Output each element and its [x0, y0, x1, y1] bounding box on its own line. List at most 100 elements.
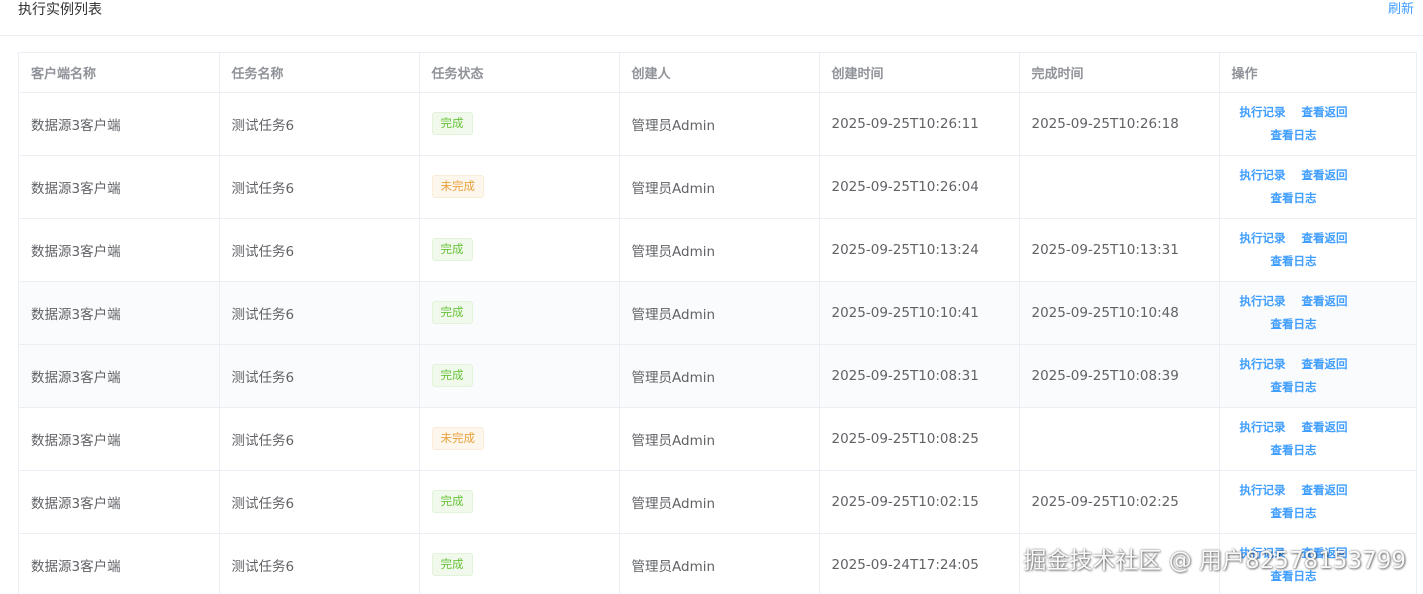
column-header-status: 任务状态	[419, 53, 620, 93]
status-badge: 完成	[431, 238, 473, 261]
view-return-link[interactable]: 查看返回	[1302, 479, 1348, 502]
cell-actions: 执行记录 查看返回 查看日志	[1219, 218, 1416, 282]
view-return-link[interactable]: 查看返回	[1302, 353, 1348, 376]
cell-task-name: 测试任务6	[219, 155, 420, 219]
execution-record-link[interactable]: 执行记录	[1240, 164, 1286, 187]
cell-actions: 执行记录 查看返回 查看日志	[1219, 281, 1416, 345]
table-row: 数据源3客户端 测试任务6 完成 管理员Admin 2025-09-25T10:26:1…	[19, 92, 1416, 156]
cell-finished-time: 2025-09-25T10:10:48	[1019, 281, 1220, 345]
cell-finished-time: 2025-09-25T10:26:18	[1019, 92, 1220, 156]
cell-status: 完成	[419, 344, 620, 408]
view-return-link[interactable]: 查看返回	[1302, 416, 1348, 439]
status-badge: 完成	[431, 364, 473, 387]
cell-created-time: 2025-09-25T10:02:15	[819, 470, 1020, 534]
cell-task-name: 测试任务6	[219, 470, 420, 534]
cell-finished-time: 2025-09-25T10:08:39	[1019, 344, 1220, 408]
cell-status: 完成	[419, 218, 620, 282]
table-row: 数据源3客户端 测试任务6 未完成 管理员Admin 2025-09-25T10:08:…	[19, 407, 1416, 471]
cell-client: 数据源3客户端	[19, 470, 220, 534]
cell-actions: 执行记录 查看返回 查看日志	[1219, 155, 1416, 219]
instance-table: 客户端名称 任务名称 任务状态 创建人 创建时间 完成时间 操作 数据源3客户端…	[19, 53, 1416, 594]
view-return-link[interactable]: 查看返回	[1302, 164, 1348, 187]
cell-creator: 管理员Admin	[619, 470, 820, 534]
column-header-actions: 操作	[1219, 53, 1416, 93]
cell-client: 数据源3客户端	[19, 92, 220, 156]
table-body: 数据源3客户端 测试任务6 完成 管理员Admin 2025-09-25T10:26:1…	[19, 92, 1416, 594]
table-header-row: 客户端名称 任务名称 任务状态 创建人 创建时间 完成时间 操作	[19, 53, 1416, 93]
cell-finished-time: 2025-09-25T10:02:25	[1019, 470, 1220, 534]
cell-finished-time	[1019, 407, 1220, 471]
column-header-created-time: 创建时间	[819, 53, 1020, 93]
column-header-task: 任务名称	[219, 53, 420, 93]
cell-creator: 管理员Admin	[619, 155, 820, 219]
execution-record-link[interactable]: 执行记录	[1240, 479, 1286, 502]
table-row: 数据源3客户端 测试任务6 未完成 管理员Admin 2025-09-25T10:26:…	[19, 155, 1416, 219]
cell-client: 数据源3客户端	[19, 155, 220, 219]
cell-status: 完成	[419, 470, 620, 534]
table-row: 数据源3客户端 测试任务6 完成 管理员Admin 2025-09-25T10:13:2…	[19, 218, 1416, 282]
instance-table-container: 客户端名称 任务名称 任务状态 创建人 创建时间 完成时间 操作 数据源3客户端…	[18, 52, 1417, 594]
cell-created-time: 2025-09-25T10:13:24	[819, 218, 1020, 282]
column-header-client: 客户端名称	[19, 53, 220, 93]
cell-status: 完成	[419, 533, 620, 594]
cell-client: 数据源3客户端	[19, 218, 220, 282]
cell-status: 完成	[419, 92, 620, 156]
action-group: 执行记录 查看返回 查看日志	[1232, 353, 1356, 399]
action-group: 执行记录 查看返回 查看日志	[1232, 290, 1356, 336]
cell-status: 未完成	[419, 155, 620, 219]
view-log-link[interactable]: 查看日志	[1271, 124, 1317, 147]
column-header-finished-time: 完成时间	[1019, 53, 1220, 93]
status-badge: 未完成	[431, 175, 484, 198]
view-log-link[interactable]: 查看日志	[1271, 376, 1317, 399]
status-badge: 完成	[431, 490, 473, 513]
execution-record-link[interactable]: 执行记录	[1240, 416, 1286, 439]
cell-creator: 管理员Admin	[619, 407, 820, 471]
cell-finished-time: 2025-09-25T10:13:31	[1019, 218, 1220, 282]
page-title: 执行实例列表	[18, 2, 102, 18]
cell-task-name: 测试任务6	[219, 281, 420, 345]
cell-finished-time	[1019, 155, 1220, 219]
execution-instance-page: 执行实例列表 刷新 客户端名称 任务名称 任务状态 创建人 创建时间 完成时间 …	[0, 0, 1423, 594]
execution-record-link[interactable]: 执行记录	[1240, 353, 1286, 376]
cell-client: 数据源3客户端	[19, 407, 220, 471]
view-return-link[interactable]: 查看返回	[1302, 290, 1348, 313]
view-log-link[interactable]: 查看日志	[1271, 439, 1317, 462]
cell-task-name: 测试任务6	[219, 407, 420, 471]
cell-task-name: 测试任务6	[219, 344, 420, 408]
cell-status: 完成	[419, 281, 620, 345]
execution-record-link[interactable]: 执行记录	[1240, 227, 1286, 250]
status-badge: 未完成	[431, 427, 484, 450]
view-log-link[interactable]: 查看日志	[1271, 187, 1317, 210]
action-group: 执行记录 查看返回 查看日志	[1232, 164, 1356, 210]
cell-actions: 执行记录 查看返回 查看日志	[1219, 407, 1416, 471]
cell-client: 数据源3客户端	[19, 533, 220, 594]
view-return-link[interactable]: 查看返回	[1302, 101, 1348, 124]
cell-created-time: 2025-09-25T10:08:31	[819, 344, 1020, 408]
cell-client: 数据源3客户端	[19, 281, 220, 345]
execution-record-link[interactable]: 执行记录	[1240, 290, 1286, 313]
view-return-link[interactable]: 查看返回	[1302, 227, 1348, 250]
refresh-button[interactable]: 刷新	[1388, 2, 1414, 18]
cell-creator: 管理员Admin	[619, 92, 820, 156]
watermark-text: 掘金技术社区 @ 用户8257815379​9	[1023, 548, 1406, 574]
table-row: 数据源3客户端 测试任务6 完成 管理员Admin 2025-09-25T10:10:4…	[19, 281, 1416, 345]
page-header: 执行实例列表 刷新	[0, 0, 1423, 36]
cell-status: 未完成	[419, 407, 620, 471]
view-log-link[interactable]: 查看日志	[1271, 250, 1317, 273]
column-header-creator: 创建人	[619, 53, 820, 93]
view-log-link[interactable]: 查看日志	[1271, 502, 1317, 525]
status-badge: 完成	[431, 553, 473, 576]
execution-record-link[interactable]: 执行记录	[1240, 101, 1286, 124]
action-group: 执行记录 查看返回 查看日志	[1232, 101, 1356, 147]
status-badge: 完成	[431, 301, 473, 324]
cell-actions: 执行记录 查看返回 查看日志	[1219, 344, 1416, 408]
table-row: 数据源3客户端 测试任务6 完成 管理员Admin 2025-09-25T10:08:3…	[19, 344, 1416, 408]
view-log-link[interactable]: 查看日志	[1271, 313, 1317, 336]
cell-client: 数据源3客户端	[19, 344, 220, 408]
cell-task-name: 测试任务6	[219, 92, 420, 156]
cell-task-name: 测试任务6	[219, 218, 420, 282]
status-badge: 完成	[431, 112, 473, 135]
cell-created-time: 2025-09-25T10:08:25	[819, 407, 1020, 471]
cell-created-time: 2025-09-25T10:10:41	[819, 281, 1020, 345]
action-group: 执行记录 查看返回 查看日志	[1232, 479, 1356, 525]
